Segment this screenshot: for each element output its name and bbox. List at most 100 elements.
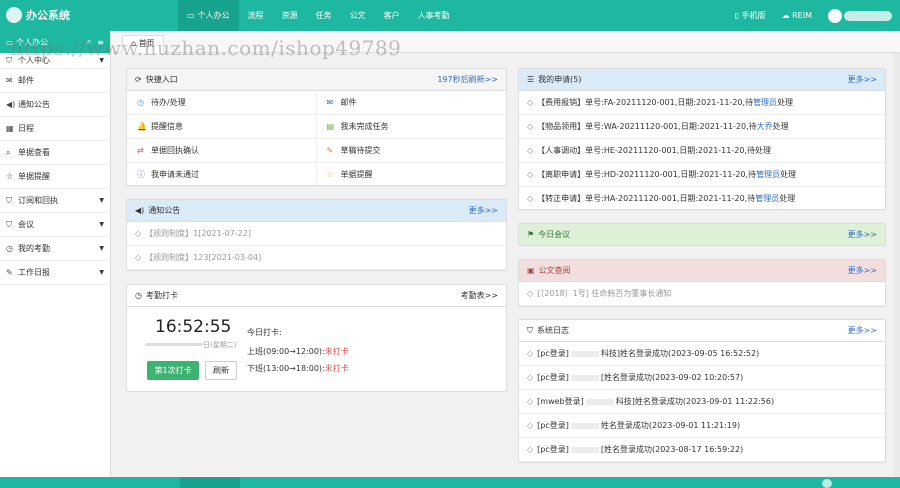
- quick-entry-item[interactable]: 🔔 提醒信息: [127, 115, 317, 139]
- attendance-title: 考勤打卡: [145, 291, 178, 300]
- application-item[interactable]: ◇ 【离职申请】单号:HD-20211120-001,日期:2021-11-20,…: [519, 163, 885, 187]
- application-item[interactable]: ◇ 【转正申请】单号:HA-20211120-001,日期:2021-11-20,…: [519, 187, 885, 211]
- quick-entry-item[interactable]: ⓘ 我申请未通过: [127, 163, 317, 187]
- attendance-sheet-link[interactable]: 考勤表>>: [461, 290, 498, 301]
- quick-entry-item[interactable]: ☆ 单据提醒: [316, 163, 506, 187]
- log-text: 姓名登录成功(2023-09-02 10:20:57): [604, 373, 744, 382]
- star-icon: ☆: [326, 170, 334, 179]
- sidebar-item-0[interactable]: ⛉ 个人中心 ▼: [0, 53, 110, 69]
- sidebar-item-label: 我的考勤: [18, 244, 50, 253]
- monitor-icon: ▭: [6, 37, 17, 47]
- avatar[interactable]: [828, 8, 842, 23]
- bullet-icon: ◇: [527, 146, 534, 155]
- notice-item[interactable]: ◇ 【规则制度】123[2021-03-04]: [127, 246, 506, 270]
- system-log-list: ◇ [pc登录] 科技] 姓名登录成功(2023-09-05 16:52:52) ◇ [p…: [519, 342, 885, 462]
- quick-entry-item[interactable]: ◷ 待办/处理: [127, 91, 317, 115]
- topnav-item-2[interactable]: 资源: [273, 0, 307, 31]
- document-header: ▣ 公文查阅 更多>>: [519, 260, 885, 282]
- application-post: 处理: [779, 194, 796, 203]
- speaker-icon: ◀): [6, 100, 16, 109]
- my-application-title: 我的申请(5): [538, 75, 582, 84]
- sidebar-item-2[interactable]: ◀) 通知公告: [0, 93, 110, 117]
- sidebar-item-9[interactable]: ✎ 工作日报 ▼: [0, 261, 110, 285]
- bottom-active-segment[interactable]: [180, 477, 240, 488]
- star-icon: ☆: [6, 172, 14, 181]
- log-company: 科技]: [600, 349, 620, 358]
- topnav-item-1[interactable]: 流程: [239, 0, 273, 31]
- bullet-icon: ◇: [527, 194, 534, 203]
- application-item[interactable]: ◇ 【费用报销】单号:FA-20211120-001,日期:2021-11-20,…: [519, 91, 885, 115]
- quick-entry-item[interactable]: ✉ 邮件: [316, 91, 506, 115]
- sidebar-item-8[interactable]: ◷ 我的考勤 ▼: [0, 237, 110, 261]
- bullet-icon: ◇: [527, 98, 534, 107]
- bottom-avatar[interactable]: [822, 479, 832, 488]
- sidebar-item-3[interactable]: ▦ 日程: [0, 117, 110, 141]
- topnav-item-0[interactable]: ▭ 个人办公: [178, 0, 239, 31]
- topnav-label: 流程: [247, 11, 264, 20]
- my-application-more-link[interactable]: 更多>>: [848, 74, 877, 85]
- application-who: 管理员: [756, 170, 781, 179]
- system-log-more-link[interactable]: 更多>>: [848, 325, 877, 336]
- reim-link[interactable]: ☁ REIM: [782, 11, 812, 20]
- auto-refresh-link[interactable]: 197秒后刷新>>: [437, 74, 498, 85]
- bullet-icon: ◇: [135, 253, 142, 262]
- notice-more-link[interactable]: 更多>>: [469, 205, 498, 216]
- sidebar-item-5[interactable]: ☆ 单据提醒: [0, 165, 110, 189]
- topnav-item-6[interactable]: 人事考勤: [409, 0, 459, 31]
- document-item[interactable]: ◇ [〔2018〕1号] 任命韩百为董事长通知: [519, 282, 885, 306]
- search-icon: ⌕: [6, 147, 11, 157]
- log-item[interactable]: ◇ [mweb登录] 科技] 姓名登录成功(2023-09-01 11:22:56): [519, 390, 885, 414]
- log-text: 姓名登录成功(2023-08-17 16:59:22): [604, 445, 744, 454]
- sidebar-item-label: 订阅和回执: [18, 196, 58, 205]
- top-nav: ▭ 个人办公 流程 资源 任务 公文 客户 人事考勤: [178, 0, 459, 31]
- bookmark-icon: ⛉: [6, 219, 12, 229]
- log-item[interactable]: ◇ [pc登录] 姓名登录成功(2023-09-01 11:21:19): [519, 414, 885, 438]
- mobile-link[interactable]: ▯ 手机版: [735, 10, 766, 21]
- bell-icon: 🔔: [137, 122, 147, 131]
- log-tag: [mweb登录]: [537, 397, 584, 406]
- sidebar-item-7[interactable]: ⛉ 会议 ▼: [0, 213, 110, 237]
- refresh-button[interactable]: 刷新: [205, 361, 237, 380]
- menu-icon[interactable]: ≡: [97, 38, 104, 47]
- application-pre: 【离职申请】单号:HD-20211120-001,日期:2021-11-20,: [537, 170, 749, 179]
- log-item[interactable]: ◇ [pc登录][姓名登录成功(2023-08-17 16:59:22): [519, 438, 885, 462]
- app-logo[interactable]: 办公系统: [6, 6, 70, 24]
- am-shift: 上班(09:00→12:00):未打卡: [247, 347, 349, 356]
- log-item[interactable]: ◇ [pc登录] 科技] 姓名登录成功(2023-09-05 16:52:52): [519, 342, 885, 366]
- sidebar-item-1[interactable]: ✉ 邮件: [0, 69, 110, 93]
- punch-in-button[interactable]: 第1次打卡: [147, 361, 199, 380]
- chat-icon: ☁: [781, 11, 790, 20]
- sidebar-item-6[interactable]: ⛉ 订阅和回执 ▼: [0, 189, 110, 213]
- caret-down-icon: ▼: [99, 197, 104, 204]
- notice-item[interactable]: ◇ 【规则制度】1[2021-07-22]: [127, 222, 506, 246]
- meeting-more-link[interactable]: 更多>>: [848, 229, 877, 240]
- clock-date: 日(星期二): [145, 341, 237, 349]
- bullet-icon: ◇: [527, 421, 534, 430]
- tab-home[interactable]: ⌂ 首页: [122, 35, 164, 53]
- user-name-blurred[interactable]: [844, 10, 892, 21]
- attendance-panel: ◷ 考勤打卡 考勤表>> 16:52:55 日(星期二) 第1次打卡 刷新 今日…: [126, 284, 507, 392]
- log-tag: [pc登录]: [537, 373, 569, 382]
- notice-item-text: 【规则制度】123[2021-03-04]: [145, 253, 262, 262]
- log-item[interactable]: ◇ [pc登录][姓名登录成功(2023-09-02 10:20:57): [519, 366, 885, 390]
- meeting-title: 今日会议: [538, 230, 571, 239]
- document-more-link[interactable]: 更多>>: [848, 265, 877, 276]
- attendance-header: ◷ 考勤打卡 考勤表>>: [127, 285, 506, 307]
- quick-entry-item[interactable]: ✎ 草稿待提交: [316, 139, 506, 163]
- search-icon[interactable]: ⌕: [87, 37, 91, 47]
- bullet-icon: ◇: [527, 122, 534, 131]
- sidebar-item-4[interactable]: ⌕ 单据查看: [0, 141, 110, 165]
- top-bar: 办公系统 ▭ 个人办公 流程 资源 任务 公文 客户 人事考勤 ▯ 手机版 ☁ REIM: [0, 0, 900, 31]
- topnav-item-4[interactable]: 公文: [341, 0, 375, 31]
- application-wait: 待: [745, 98, 754, 107]
- topnav-item-3[interactable]: 任务: [307, 0, 341, 31]
- quick-entry-item[interactable]: ▤ 我未完成任务: [316, 115, 506, 139]
- application-item[interactable]: ◇ 【物品领用】单号:WA-20211120-001,日期:2021-11-20,…: [519, 115, 885, 139]
- topnav-item-5[interactable]: 客户: [375, 0, 409, 31]
- application-item[interactable]: ◇ 【人事调动】单号:HE-20211120-001,日期:2021-11-20,…: [519, 139, 885, 163]
- clock-icon: ◷: [137, 98, 144, 107]
- quick-entry-item[interactable]: ⇄ 单据回执确认: [127, 139, 317, 163]
- application-wait: 待: [748, 122, 757, 131]
- today-label: 今日打卡:: [247, 328, 282, 337]
- page-scrollbar[interactable]: [894, 53, 900, 477]
